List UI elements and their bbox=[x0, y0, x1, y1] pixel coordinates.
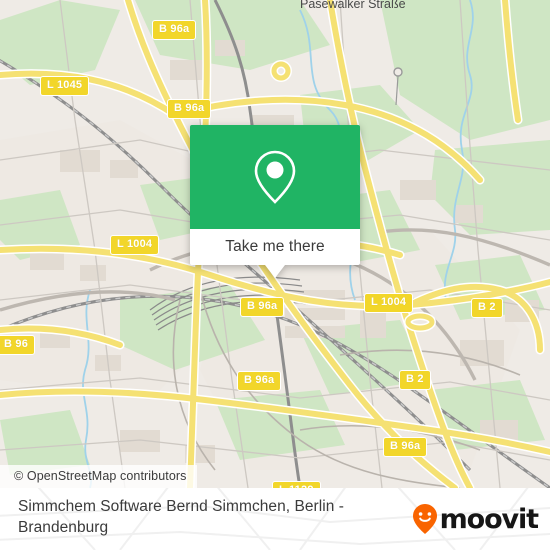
road-shield: B 96 bbox=[0, 335, 36, 355]
popup-action-panel[interactable]: Take me there bbox=[190, 229, 360, 278]
street-label-pasewalker-strasse: Pasewalker Straße bbox=[300, 0, 406, 11]
road-shield: B 96a bbox=[167, 99, 212, 119]
location-popup-card[interactable]: Take me there bbox=[190, 125, 360, 278]
map-canvas[interactable]: Pasewalker Straße B 96a L 1045 B 96a L 1… bbox=[0, 0, 550, 488]
footer-content: Simmchem Software Bernd Simmchen, Berlin… bbox=[0, 488, 550, 550]
road-shield: B 96a bbox=[240, 297, 285, 317]
road-shield: L 1004 bbox=[364, 293, 414, 313]
popup-icon-panel bbox=[190, 125, 360, 229]
osm-attribution[interactable]: © OpenStreetMap contributors bbox=[0, 465, 197, 488]
road-shield: L 1004 bbox=[110, 235, 160, 255]
road-shield: B 96a bbox=[152, 20, 197, 40]
footer-bar: Simmchem Software Bernd Simmchen, Berlin… bbox=[0, 488, 550, 550]
road-shield: B 2 bbox=[471, 298, 503, 318]
map-pin-icon bbox=[254, 150, 296, 204]
moovit-smiley-pin-icon bbox=[412, 504, 437, 534]
road-shield: B 96a bbox=[383, 437, 428, 457]
road-shield: B 96a bbox=[237, 371, 282, 391]
road-shield: L 1129 bbox=[272, 481, 321, 488]
popup-tail-pointer bbox=[265, 265, 285, 278]
road-shield: B 2 bbox=[399, 370, 431, 390]
road-shield: L 1045 bbox=[40, 76, 90, 96]
map-page: Pasewalker Straße B 96a L 1045 B 96a L 1… bbox=[0, 0, 550, 550]
moovit-logo[interactable]: moovit bbox=[412, 503, 540, 535]
page-title: Simmchem Software Bernd Simmchen, Berlin… bbox=[18, 498, 344, 536]
take-me-there-label: Take me there bbox=[225, 238, 325, 255]
moovit-wordmark: moovit bbox=[439, 503, 540, 535]
